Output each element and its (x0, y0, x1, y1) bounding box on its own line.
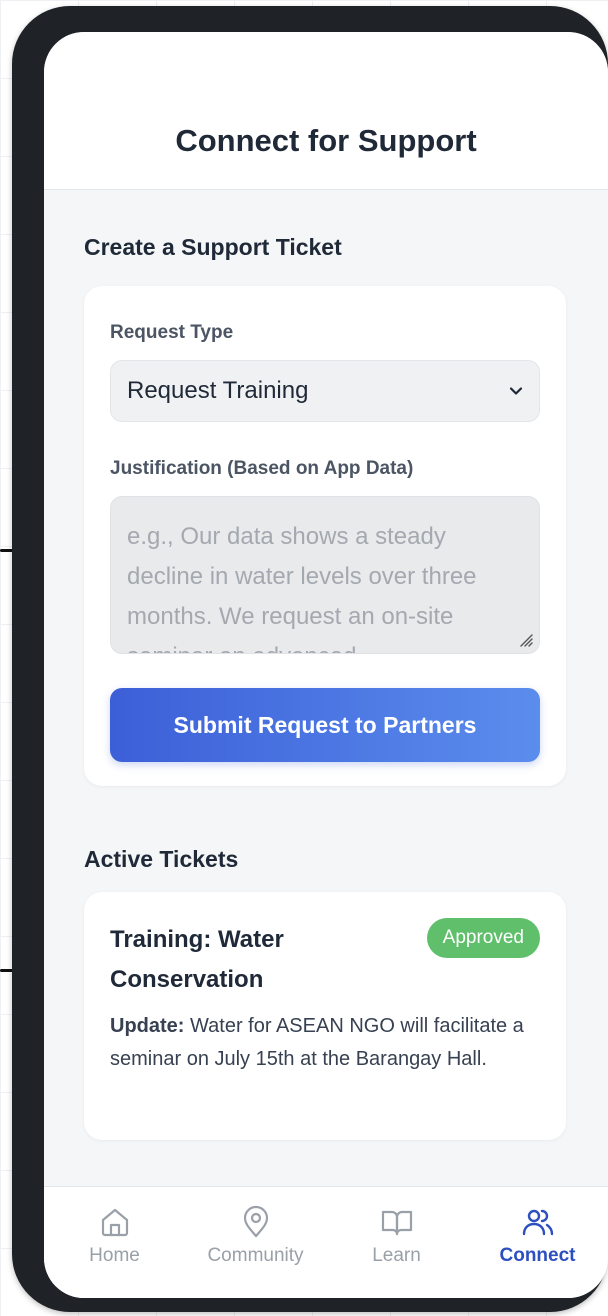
nav-label-learn: Learn (372, 1245, 421, 1266)
nav-label-home: Home (89, 1245, 140, 1266)
ticket-update: Update: Water for ASEAN NGO will facilit… (110, 1010, 540, 1076)
ticket-update-label: Update: (110, 1015, 185, 1037)
page-title: Connect for Support (175, 123, 477, 158)
nav-label-community: Community (207, 1245, 304, 1266)
ticket-title: Training: Water Conservation (110, 926, 284, 993)
justification-placeholder: e.g., Our data shows a steady decline in… (127, 523, 477, 653)
nav-item-learn[interactable]: Learn (330, 1187, 464, 1298)
nav-item-community[interactable]: Community (189, 1187, 323, 1298)
app-header: Connect for Support (44, 32, 608, 190)
create-ticket-card: Request Type Request Training Justificat… (84, 286, 566, 786)
create-ticket-heading: Create a Support Ticket (84, 234, 342, 260)
ticket-card[interactable]: Training: Water Conservation Approved Up… (84, 892, 566, 1140)
book-icon (381, 1210, 412, 1236)
nav-item-home[interactable]: Home (48, 1187, 182, 1298)
home-icon (101, 1208, 128, 1237)
users-icon (522, 1209, 553, 1236)
map-pin-icon (243, 1205, 268, 1238)
status-badge: Approved (426, 918, 540, 958)
bottom-nav: Home Community Learn Connect (44, 1186, 608, 1298)
request-type-select[interactable]: Request Training (110, 360, 540, 422)
chevron-down-icon (509, 387, 523, 395)
justification-label: Justification (Based on App Data) (110, 458, 414, 479)
phone-frame: Connect for Support Create a Support Tic… (12, 6, 608, 1312)
justification-textarea[interactable]: e.g., Our data shows a steady decline in… (110, 496, 540, 654)
active-tickets-heading: Active Tickets (84, 846, 239, 872)
request-type-label: Request Type (110, 322, 234, 343)
nav-item-connect[interactable]: Connect (471, 1187, 605, 1298)
request-type-value: Request Training (127, 377, 309, 404)
submit-request-button[interactable]: Submit Request to Partners (110, 688, 540, 762)
resize-handle-icon[interactable] (517, 631, 533, 647)
nav-label-connect: Connect (499, 1245, 576, 1266)
app-screen: Connect for Support Create a Support Tic… (44, 32, 608, 1298)
